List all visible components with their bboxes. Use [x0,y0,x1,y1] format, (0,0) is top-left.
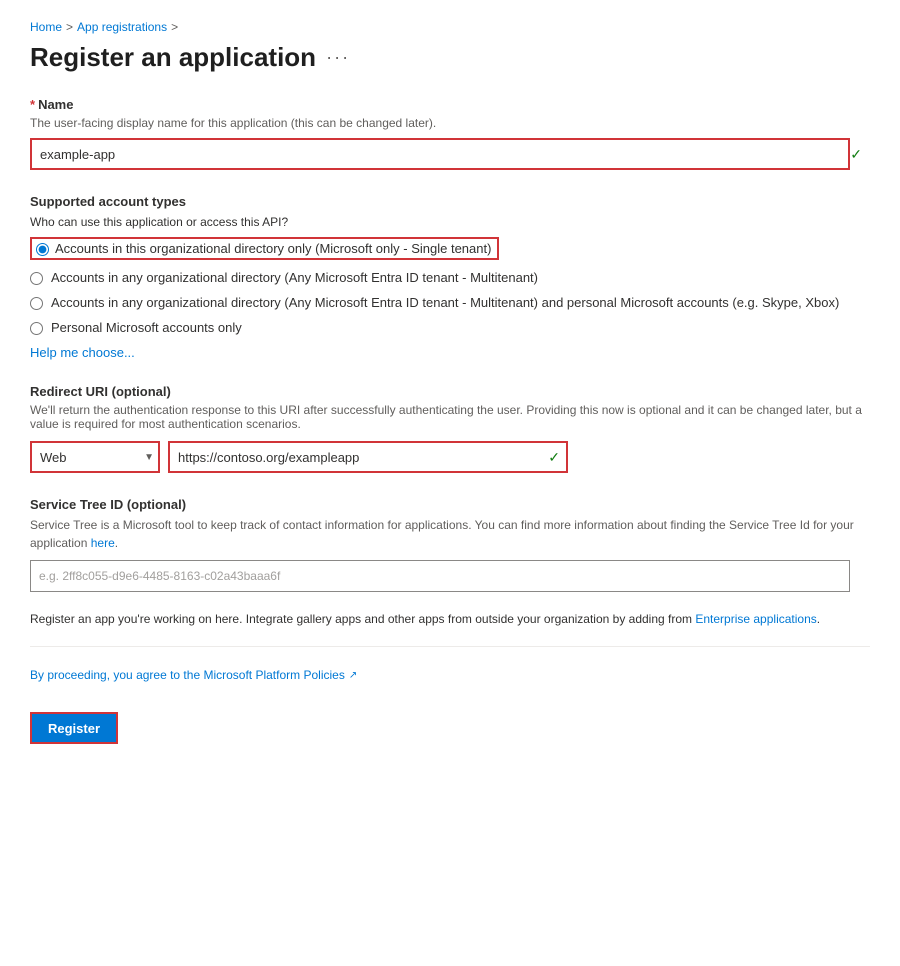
divider [30,646,870,647]
account-type-radio-2[interactable] [30,272,43,285]
account-type-label-3[interactable]: Accounts in any organizational directory… [51,295,839,310]
service-tree-label: Service Tree ID (optional) [30,497,870,512]
redirect-uri-input[interactable] [168,441,568,473]
uri-input-checkmark: ✓ [548,449,560,466]
account-types-section: Supported account types Who can use this… [30,194,870,360]
name-label: *Name [30,97,870,112]
account-type-label-2[interactable]: Accounts in any organizational directory… [51,270,538,285]
account-types-who-label: Who can use this application or access t… [30,215,870,229]
name-input-wrapper: ✓ [30,138,870,170]
account-type-option-1[interactable]: Accounts in this organizational director… [30,237,870,260]
required-star: * [30,97,35,112]
account-types-label: Supported account types [30,194,870,209]
name-section: *Name The user-facing display name for t… [30,97,870,170]
redirect-uri-input-wrapper: ✓ [168,441,568,473]
breadcrumb-app-registrations[interactable]: App registrations [77,20,167,34]
policy-text: By proceeding, you agree to the Microsof… [30,668,345,682]
bottom-note: Register an app you're working on here. … [30,612,870,626]
register-button[interactable]: Register [30,712,118,744]
redirect-uri-section: Redirect URI (optional) We'll return the… [30,384,870,473]
more-options-icon[interactable]: ··· [326,47,350,68]
redirect-type-select[interactable]: Web SPA Public client/native (mobile & d… [30,441,160,473]
account-type-radio-1[interactable] [36,243,49,256]
page-title: Register an application [30,42,316,73]
account-type-option-2[interactable]: Accounts in any organizational directory… [30,270,870,285]
redirect-uri-description: We'll return the authentication response… [30,403,870,431]
redirect-uri-label: Redirect URI (optional) [30,384,870,399]
account-type-option-4[interactable]: Personal Microsoft accounts only [30,320,870,335]
enterprise-applications-link[interactable]: Enterprise applications [695,612,816,626]
policy-link[interactable]: By proceeding, you agree to the Microsof… [30,668,357,682]
external-link-icon: ↗ [349,670,357,681]
page-title-row: Register an application ··· [30,42,870,73]
service-tree-section: Service Tree ID (optional) Service Tree … [30,497,870,592]
account-type-radio-group: Accounts in this organizational director… [30,237,870,335]
policy-row: By proceeding, you agree to the Microsof… [30,667,870,698]
service-tree-id-input[interactable] [30,560,850,592]
breadcrumb: Home > App registrations > [30,20,870,34]
breadcrumb-home[interactable]: Home [30,20,62,34]
name-input[interactable] [30,138,850,170]
name-description: The user-facing display name for this ap… [30,116,870,130]
breadcrumb-sep2: > [171,20,178,34]
name-input-checkmark: ✓ [850,146,862,163]
account-type-radio-4[interactable] [30,322,43,335]
account-type-option-3[interactable]: Accounts in any organizational directory… [30,295,870,310]
account-type-label-4[interactable]: Personal Microsoft accounts only [51,320,242,335]
breadcrumb-sep1: > [66,20,73,34]
redirect-uri-row: Web SPA Public client/native (mobile & d… [30,441,870,473]
account-type-label-1[interactable]: Accounts in this organizational director… [55,241,491,256]
account-type-radio-3[interactable] [30,297,43,310]
help-me-choose-link[interactable]: Help me choose... [30,345,135,360]
service-tree-here-link[interactable]: here [91,536,115,550]
redirect-type-select-wrapper: Web SPA Public client/native (mobile & d… [30,441,160,473]
service-tree-description: Service Tree is a Microsoft tool to keep… [30,516,870,552]
